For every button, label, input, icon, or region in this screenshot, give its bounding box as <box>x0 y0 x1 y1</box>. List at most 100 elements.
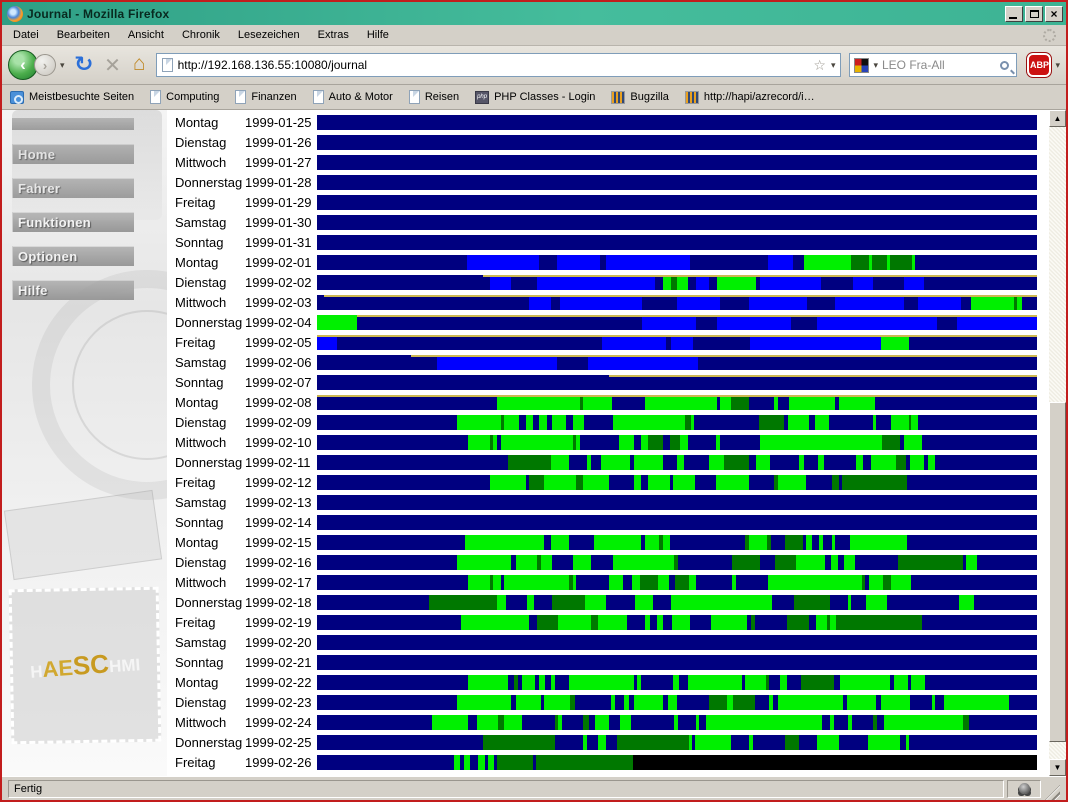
search-bar[interactable]: ▾ LEO Fra-All <box>849 53 1017 77</box>
adblock-plus-icon[interactable]: ABP <box>1027 53 1051 77</box>
timeline-segment <box>672 615 690 630</box>
timeline-segment <box>648 435 662 450</box>
timeline-segment <box>317 235 1037 250</box>
timeline-segment <box>317 155 1037 170</box>
status-addon-panel[interactable] <box>1007 780 1041 798</box>
menu-chronik[interactable]: Chronik <box>175 27 227 43</box>
scroll-up-arrow[interactable]: ▲ <box>1049 110 1066 127</box>
timeline-segment <box>850 535 908 550</box>
timeline-segment <box>317 475 490 490</box>
stop-button[interactable]: ✕ <box>104 53 121 78</box>
status-text: Fertig <box>8 780 1004 798</box>
date-label: 1999-02-01 <box>245 255 315 270</box>
timeline-segment <box>830 595 848 610</box>
timeline-segment <box>974 595 1037 610</box>
adblock-dropdown-icon[interactable]: ▾ <box>1055 60 1060 71</box>
timeline-segment <box>835 535 849 550</box>
throbber-icon <box>1043 29 1056 42</box>
search-input[interactable]: LEO Fra-All <box>882 58 996 72</box>
timeline-segment <box>922 435 1037 450</box>
timeline-segment <box>468 435 490 450</box>
vertical-scrollbar[interactable]: ▲ ▼ <box>1049 110 1066 776</box>
timeline-segment <box>591 455 602 470</box>
home-button[interactable]: ⌂ <box>133 52 146 76</box>
bookmark-star-icon[interactable]: ☆ <box>813 57 826 74</box>
timeline-segment <box>839 735 868 750</box>
timeline-segment <box>642 295 677 310</box>
page-icon <box>409 90 420 104</box>
bookmark-hapi-azrecord[interactable]: http://hapi/azrecord/i… <box>685 91 815 104</box>
day-label: Montag <box>175 675 245 690</box>
menu-ansicht[interactable]: Ansicht <box>121 27 171 43</box>
timeline-segment <box>866 595 888 610</box>
bug-icon[interactable] <box>1019 783 1030 794</box>
timeline-segment <box>506 595 528 610</box>
menu-extras[interactable]: Extras <box>311 27 356 43</box>
forward-button[interactable]: › <box>34 54 56 76</box>
timeline-segment <box>840 675 890 690</box>
bookmark-finanzen[interactable]: Finanzen <box>235 90 296 104</box>
scroll-down-arrow[interactable]: ▼ <box>1049 759 1066 776</box>
sidebar-item-optionen[interactable]: Optionen <box>12 246 134 266</box>
timeline-segment <box>317 415 457 430</box>
timeline-segment <box>613 555 674 570</box>
history-dropdown-icon[interactable]: ▾ <box>60 60 65 71</box>
bookmark-meistbesuchte-seiten[interactable]: Meistbesuchte Seiten <box>10 91 134 104</box>
maximize-button[interactable] <box>1025 6 1043 22</box>
timeline-segment <box>817 315 937 330</box>
minimize-button[interactable] <box>1005 6 1023 22</box>
search-engine-dropdown-icon[interactable]: ▾ <box>873 60 878 71</box>
timeline-segment <box>627 615 645 630</box>
scrollbar-thumb[interactable] <box>1049 402 1066 742</box>
timeline-segment <box>966 555 977 570</box>
url-dropdown-icon[interactable]: ▾ <box>831 60 836 71</box>
timeline-segment <box>317 675 468 690</box>
timeline-segment <box>527 595 534 610</box>
journal-row: Donnerstag1999-02-04 <box>167 312 1049 332</box>
timeline-segment <box>690 255 769 270</box>
bookmark-bugzilla[interactable]: Bugzilla <box>611 91 669 104</box>
menu-bearbeiten[interactable]: Bearbeiten <box>50 27 117 43</box>
journal-row: Mittwoch1999-02-10 <box>167 432 1049 452</box>
bookmarks-toolbar: Meistbesuchte Seiten Computing Finanzen … <box>2 85 1066 110</box>
bookmark-reisen[interactable]: Reisen <box>409 90 459 104</box>
menu-datei[interactable]: Datei <box>6 27 46 43</box>
url-text[interactable]: http://192.168.136.55:10080/journal <box>178 58 809 72</box>
timeline-segment <box>483 735 555 750</box>
timeline-segment <box>756 455 770 470</box>
reload-button[interactable]: ↻ <box>74 55 93 75</box>
timeline-segment <box>606 255 690 270</box>
timeline-segment <box>504 575 569 590</box>
day-label: Samstag <box>175 495 245 510</box>
timeline-segment <box>969 715 1037 730</box>
timeline-segment <box>552 595 584 610</box>
search-engine-leo-icon[interactable] <box>854 58 869 73</box>
url-bar[interactable]: http://192.168.136.55:10080/journal ☆ ▾ <box>156 53 842 77</box>
timeline-segment <box>817 735 839 750</box>
menu-lesezeichen[interactable]: Lesezeichen <box>231 27 307 43</box>
timeline-segment <box>317 755 454 770</box>
timeline-segment <box>829 415 872 430</box>
bookmark-php-classes[interactable]: phpPHP Classes - Login <box>475 91 595 104</box>
bookmark-computing[interactable]: Computing <box>150 90 219 104</box>
timeline-segment <box>573 555 591 570</box>
timeline-segment <box>852 715 874 730</box>
journal-row: Dienstag1999-02-23 <box>167 692 1049 712</box>
close-button[interactable]: × <box>1045 6 1063 22</box>
timeline-segment <box>772 595 794 610</box>
bookmark-auto-motor[interactable]: Auto & Motor <box>313 90 393 104</box>
resize-grip[interactable] <box>1045 785 1060 800</box>
timeline-segment <box>694 415 759 430</box>
day-timeline-bar <box>317 255 1037 270</box>
menu-hilfe[interactable]: Hilfe <box>360 27 396 43</box>
timeline-segment <box>799 735 817 750</box>
search-magnifier-icon[interactable] <box>1000 61 1009 70</box>
timeline-segment <box>541 555 552 570</box>
timeline-segment <box>587 735 598 750</box>
timeline-segment <box>706 715 821 730</box>
firefox-icon <box>7 6 23 22</box>
timeline-segment <box>641 675 673 690</box>
timeline-segment <box>812 535 819 550</box>
timeline-segment <box>959 595 973 610</box>
timeline-segment <box>787 675 801 690</box>
